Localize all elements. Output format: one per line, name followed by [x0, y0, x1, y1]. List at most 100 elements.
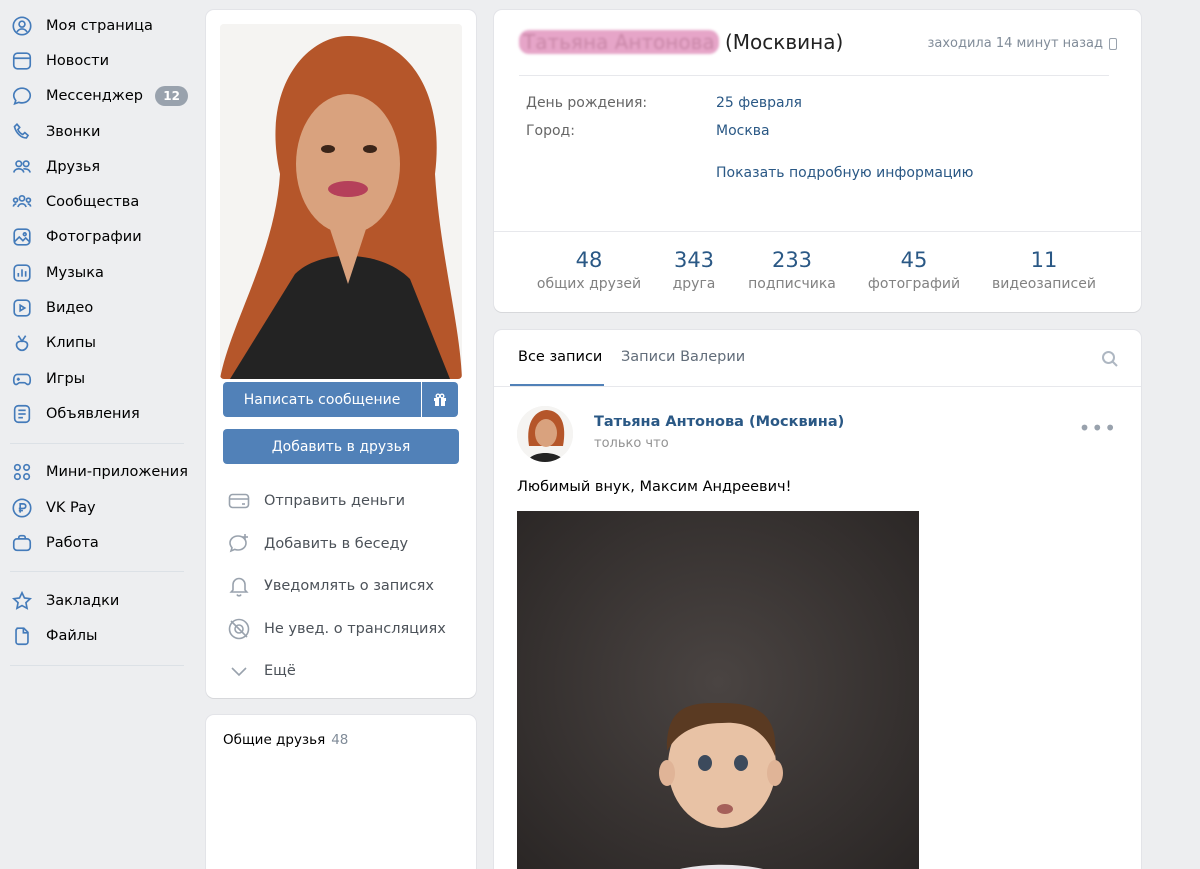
post-more-icon[interactable]: ••• — [1079, 416, 1117, 440]
sidebar-item-label: Сообщества — [46, 194, 140, 211]
sidebar-divider — [10, 442, 184, 444]
stat-0[interactable]: 48 общих друзей — [529, 248, 649, 292]
sidebar-item-mini-apps[interactable]: Мини-приложения — [0, 455, 190, 490]
wall-card: Все записи Записи Валерии Татьяна Антоно… — [494, 330, 1141, 869]
stat-4[interactable]: 11 видеозаписей — [984, 248, 1104, 292]
stat-count: 48 — [575, 248, 603, 272]
stat-label: подписчика — [748, 276, 836, 292]
search-icon[interactable] — [1101, 350, 1119, 368]
star-icon — [10, 589, 34, 613]
chat-bubble-icon — [10, 84, 34, 108]
action-no-broadcast[interactable]: Не увед. о трансляциях — [226, 608, 466, 651]
page-title: Татьяна Антонова (Москвина) — [519, 30, 843, 54]
stat-label: видеозаписей — [992, 276, 1096, 292]
stat-count: 11 — [1030, 248, 1058, 272]
sidebar-item-file[interactable]: Файлы — [0, 619, 190, 654]
phone-icon — [10, 120, 34, 144]
blurred-name: Татьяна Антонова — [519, 30, 719, 54]
profile-actions: Отправить деньги Добавить в беседу Уведомл… — [226, 480, 466, 693]
sidebar-item-clips[interactable]: Клипы — [0, 326, 190, 361]
photos-icon — [10, 225, 34, 249]
post-author-avatar[interactable] — [517, 406, 573, 462]
sidebar-item-label: Друзья — [46, 158, 101, 175]
action-add-chat[interactable]: Добавить в беседу — [226, 523, 466, 566]
gamepad-icon — [10, 367, 34, 391]
name-suffix: (Москвина) — [718, 30, 844, 54]
birthday-label: День рождения: — [526, 95, 648, 111]
sidebar-item-label: Видео — [46, 300, 94, 317]
common-friends-title[interactable]: Общие друзья 48 — [223, 732, 348, 748]
news-icon — [10, 49, 34, 73]
stat-label: фотографий — [867, 276, 961, 292]
show-more-info-link[interactable]: Показать подробную информацию — [716, 165, 973, 181]
post-author-name[interactable]: Татьяна Антонова (Москвина) — [594, 414, 844, 430]
tab-user-posts[interactable]: Записи Валерии — [621, 349, 745, 365]
sidebar-item-friends[interactable]: Друзья — [0, 149, 190, 184]
profile-info-card: Татьяна Антонова (Москвина) заходила 14 … — [494, 10, 1141, 312]
sidebar-item-user-circle[interactable]: Моя страница — [0, 8, 190, 43]
profile-photo-card: Написать сообщение Добавить в друзья Отп… — [206, 10, 476, 698]
sidebar-item-label: Игры — [46, 370, 86, 387]
action-label: Не увед. о трансляциях — [264, 620, 446, 637]
post-text: Любимый внук, Максим Андреевич! — [517, 479, 792, 495]
action-send-money[interactable]: Отправить деньги — [226, 480, 466, 523]
left-sidebar: Моя страница Новости Мессенджер 12 Звонки Дру… — [0, 8, 190, 677]
bell-icon — [226, 573, 252, 599]
sidebar-item-label: Работа — [46, 534, 99, 551]
mini-apps-icon — [10, 460, 34, 484]
stat-2[interactable]: 233 подписчика — [732, 248, 852, 292]
chevron-down-icon — [226, 658, 252, 684]
sidebar-item-chat-bubble[interactable]: Мессенджер 12 — [0, 79, 190, 114]
send-message-button[interactable]: Написать сообщение — [223, 382, 421, 417]
common-friends-label: Общие друзья — [223, 732, 326, 748]
birthday-value[interactable]: 25 февраля — [716, 95, 802, 111]
briefcase-icon — [10, 531, 34, 555]
sidebar-item-communities[interactable]: Сообщества — [0, 184, 190, 219]
last-seen-text: заходила 14 минут назад — [927, 36, 1103, 51]
action-chevron-down[interactable]: Ещё — [226, 650, 466, 693]
profile-avatar[interactable] — [220, 24, 462, 379]
action-bell[interactable]: Уведомлять о записях — [226, 565, 466, 608]
post-timestamp[interactable]: только что — [594, 436, 669, 451]
music-icon — [10, 261, 34, 285]
stat-3[interactable]: 45 фотографий — [854, 248, 974, 292]
divider — [494, 231, 1141, 232]
friends-icon — [10, 155, 34, 179]
common-friends-card: Общие друзья 48 — [206, 715, 476, 869]
sidebar-item-video[interactable]: Видео — [0, 290, 190, 325]
gift-icon — [434, 393, 446, 406]
sidebar-item-photos[interactable]: Фотографии — [0, 220, 190, 255]
sidebar-item-label: Звонки — [46, 123, 101, 140]
tab-all-posts[interactable]: Все записи — [518, 349, 602, 365]
sidebar-item-label: Файлы — [46, 628, 98, 645]
city-value[interactable]: Москва — [716, 123, 770, 139]
sidebar-divider — [10, 571, 184, 573]
clips-icon — [10, 331, 34, 355]
sidebar-item-classifieds[interactable]: Объявления — [0, 396, 190, 431]
sidebar-item-label: Объявления — [46, 405, 140, 422]
sidebar-item-vkpay[interactable]: VK Pay — [0, 490, 190, 525]
file-icon — [10, 624, 34, 648]
post-photo[interactable] — [517, 511, 919, 869]
action-label: Уведомлять о записях — [264, 578, 434, 595]
sidebar-item-news[interactable]: Новости — [0, 43, 190, 78]
sidebar-item-phone[interactable]: Звонки — [0, 114, 190, 149]
classifieds-icon — [10, 402, 34, 426]
sidebar-item-label: Мессенджер — [46, 88, 143, 105]
action-label: Добавить в беседу — [264, 535, 409, 552]
mobile-device-icon — [1109, 37, 1117, 50]
divider — [519, 75, 1109, 76]
sidebar-item-star[interactable]: Закладки — [0, 583, 190, 618]
sidebar-item-label: Моя страница — [46, 17, 153, 34]
action-label: Ещё — [264, 663, 296, 680]
sidebar-item-gamepad[interactable]: Игры — [0, 361, 190, 396]
sidebar-item-label: Новости — [46, 52, 110, 69]
sidebar-item-briefcase[interactable]: Работа — [0, 525, 190, 560]
send-money-icon — [226, 488, 252, 514]
sidebar-divider — [10, 665, 184, 667]
sidebar-item-label: Мини-приложения — [46, 464, 188, 481]
gift-button[interactable] — [422, 382, 458, 417]
add-friend-button[interactable]: Добавить в друзья — [223, 429, 459, 464]
sidebar-item-music[interactable]: Музыка — [0, 255, 190, 290]
unread-count-badge: 12 — [155, 86, 188, 107]
